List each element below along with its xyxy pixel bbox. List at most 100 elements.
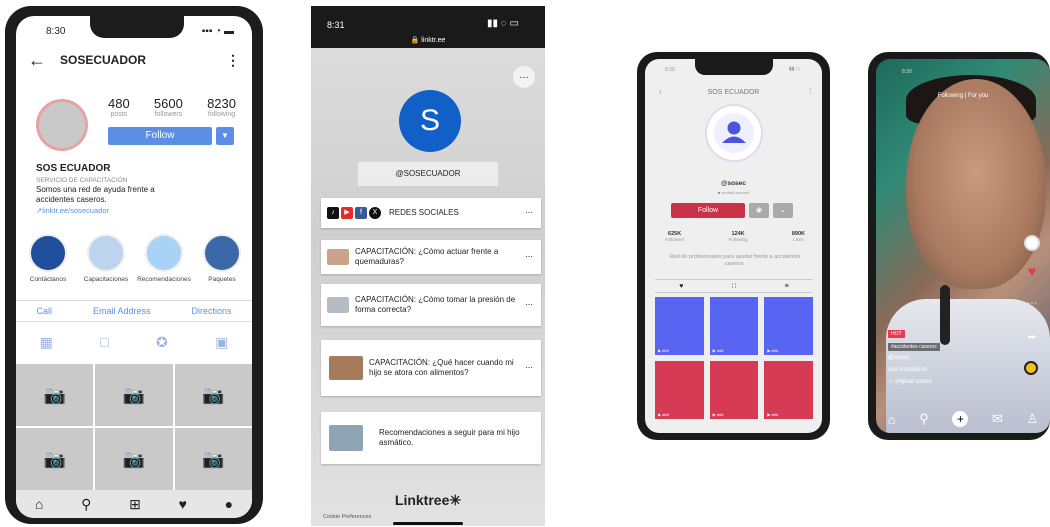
social-icons: ♪ ▶ f X [327,207,381,219]
back-arrow-icon[interactable]: ← [28,50,46,71]
stat-value: 480 [108,96,130,111]
profile-bio: Red de profesionales para ayudar frente … [669,254,801,267]
link-atora[interactable]: CAPACITACIÓN: ¿Qué hacer cuando mi hijo … [321,340,541,396]
highlight-circle [203,234,241,272]
video-thumbnail[interactable]: ▶ ### [709,297,759,355]
video-thumbnail[interactable]: ▶ ### [764,297,813,355]
follow-button[interactable]: Follow [108,127,212,145]
home-icon[interactable]: ⌂ [35,496,43,512]
camera-icon[interactable]: 📷 [16,428,94,490]
more-icon[interactable]: ⋯ [523,252,535,262]
directions-button[interactable]: Directions [191,306,231,316]
inbox-icon[interactable]: ✉ [992,411,1003,427]
link-quemaduras[interactable]: CAPACITACIÓN: ¿Cómo actuar frente a quem… [321,240,541,274]
video-thumbnail[interactable]: ▶ ### [764,361,813,419]
verified-icon: ● [717,190,721,195]
video-grid: ▶ ### ▶ ### ▶ ### ▶ ### ▶ ### ▶ ### [655,297,813,419]
highlight-circle [29,234,67,272]
stat-following[interactable]: 8230 following [207,96,236,118]
video-username[interactable]: @sosec [888,355,910,361]
cookie-preferences-link[interactable]: Cookie Preferences [323,514,371,520]
stat-likes[interactable]: 890K Likes [792,231,805,242]
grid-icon[interactable]: ∷ [732,282,736,290]
link-redes-sociales[interactable]: ♪ ▶ f X REDES SOCIALES ⋯ [321,198,541,228]
music-disc-icon[interactable] [1024,361,1038,375]
highlight-paquetes[interactable]: Paquetes [192,234,252,283]
chevron-down-icon[interactable]: ▼ [216,127,234,145]
more-icon[interactable]: ⋯ [523,300,535,310]
reels-icon[interactable]: □ [100,334,108,350]
camera-icon[interactable]: 📷 [16,364,94,426]
verified-label: verified account [721,190,750,195]
profile-icon[interactable]: ♙ [1027,411,1039,427]
share-icon[interactable]: ➦ [1024,329,1040,345]
profile-icon[interactable]: ● [225,496,233,512]
stat-following[interactable]: 124K Following [729,231,748,242]
chevron-down-icon[interactable]: ⌄ [773,203,793,218]
highlight-capacitaciones[interactable]: Capacitaciones [76,234,136,283]
link-label: CAPACITACIÓN: ¿Qué hacer cuando mi hijo … [369,358,514,377]
link-label: Recomendaciones a seguir para mi hijo as… [379,428,520,447]
highlight-label: Paquetes [208,276,236,283]
video-thumbnail[interactable]: ▶ ### [655,361,704,419]
star-icon[interactable]: ✪ [156,334,168,351]
linktree-logo[interactable]: Linktree✳ [311,492,545,509]
highlight-recomendaciones[interactable]: Recomendaciones [134,234,194,283]
tiktok-video-screen[interactable]: 8:30 Following | For you ♥ ⋯ ➦ HOT #acci… [876,59,1050,433]
link-asmatico[interactable]: Recomendaciones a seguir para mi hijo as… [321,412,541,464]
menu-icon[interactable]: ≡ [785,283,789,290]
url-bar[interactable]: 🔒 linktr.ee [311,36,545,44]
more-options-icon[interactable]: … [513,66,535,88]
original-sound-link[interactable]: ♫ original sound [888,379,932,385]
instagram-icon[interactable]: ◉ [749,203,769,218]
more-options-icon[interactable]: ⋮ [807,87,814,95]
phone-notch [695,59,773,75]
feed-tabs[interactable]: Following | For you [876,93,1050,99]
asthma-thumbnail-icon [329,425,363,451]
hashtag-label[interactable]: #accidentes caseros [888,343,940,351]
video-thumbnail[interactable]: ▶ ### [709,361,759,419]
profile-header: ← SOSECUADOR ⋮ [16,46,252,74]
more-options-icon[interactable]: ⋮ [226,52,240,69]
highlight-circle [145,234,183,272]
more-icon[interactable]: ⋯ [523,208,535,218]
instagram-screen: 8:30 ▪▪▪ ◔ ▬ ← SOSECUADOR ⋮ 480 posts 560… [16,16,252,518]
view-count: ▶ ### [658,412,669,417]
status-icons: ▮▮ ▭ [789,66,801,72]
search-icon[interactable]: ⚲ [81,496,91,513]
microphone-icon [940,285,950,345]
follow-button[interactable]: Follow [671,203,745,218]
youtube-icon: ▶ [341,207,353,219]
stat-label: Following [728,237,748,242]
add-icon[interactable]: ⊞ [129,496,141,513]
link-presion[interactable]: CAPACITACIÓN: ¿Cómo tomar la presión de … [321,284,541,326]
email-button[interactable]: Email Address [93,306,151,316]
highlight-contactanos[interactable]: Contáctanos [18,234,78,283]
tagged-icon[interactable]: ▣ [215,334,228,351]
comment-icon[interactable]: ⋯ [1024,295,1040,311]
heart-icon[interactable]: ♥ [1024,263,1040,279]
profile-title: SOS ECUADOR [707,89,760,96]
camera-icon[interactable]: 📷 [174,428,252,490]
search-icon[interactable]: ⚲ [919,411,929,427]
heart-icon[interactable]: ♥ [679,283,683,290]
heart-icon[interactable]: ♥ [179,496,187,512]
camera-icon[interactable]: 📷 [95,428,173,490]
avatar[interactable] [36,99,88,151]
more-icon[interactable]: ⋯ [523,363,535,373]
stat-followers[interactable]: 625K Followers [665,231,684,242]
grid-icon[interactable]: ▦ [40,334,53,351]
profile-link[interactable]: ↗linktr.ee/sosecuador [36,206,109,215]
stat-posts[interactable]: 480 posts [108,96,130,118]
home-icon[interactable]: ⌂ [888,412,896,427]
camera-icon[interactable]: 📷 [95,364,173,426]
see-translation-link[interactable]: see translation [888,367,927,373]
profile-tabs: ▦ □ ✪ ▣ [16,324,252,360]
video-thumbnail[interactable]: ▶ ### [655,297,704,355]
camera-icon[interactable]: 📷 [174,364,252,426]
creator-avatar-icon[interactable] [1024,235,1040,251]
stat-value: 8230 [207,96,236,111]
call-button[interactable]: Call [36,306,52,316]
add-icon[interactable]: + [952,411,969,427]
stat-followers[interactable]: 5600 followers [154,96,183,118]
